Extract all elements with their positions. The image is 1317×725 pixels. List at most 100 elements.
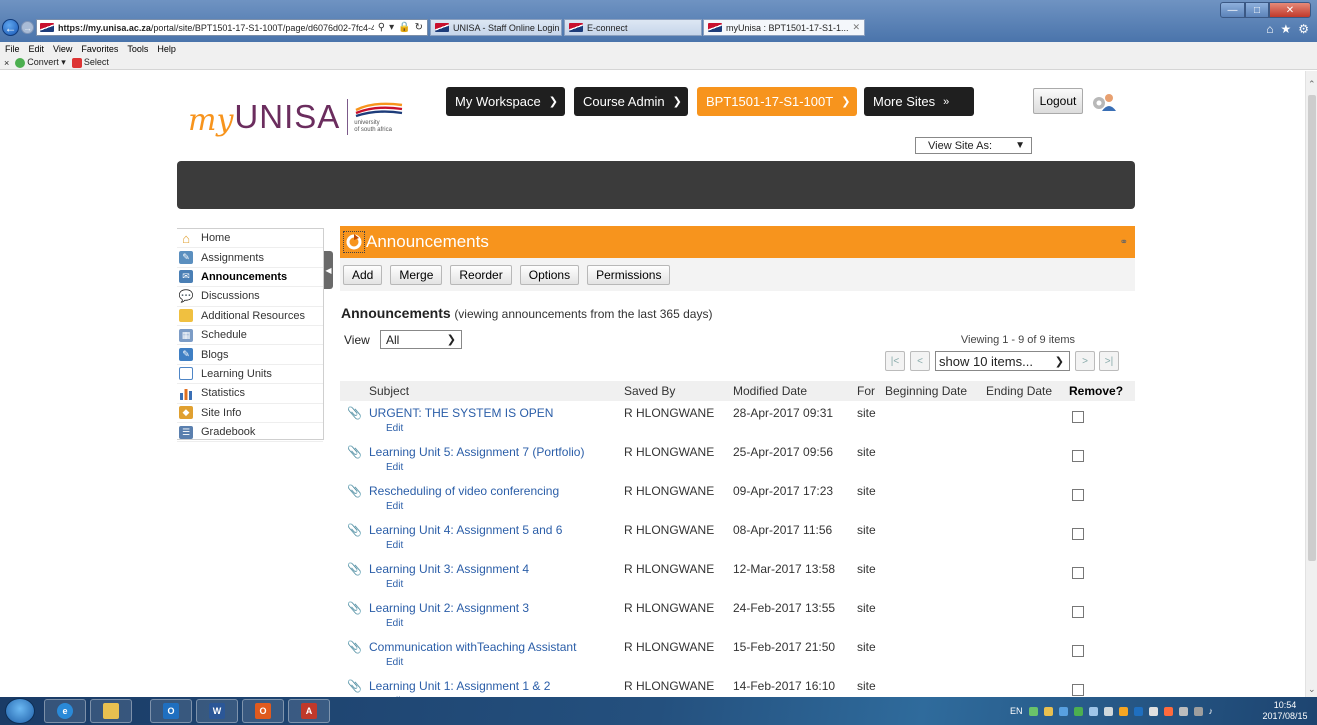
- add-button[interactable]: Add: [343, 264, 383, 285]
- tray-app-icon[interactable]: [1073, 706, 1083, 716]
- display-icon[interactable]: [1193, 706, 1203, 716]
- search-icon[interactable]: ⚲: [378, 22, 385, 33]
- tool-additional-resources[interactable]: Additional Resources: [177, 307, 323, 326]
- edit-link[interactable]: Edit: [386, 579, 624, 590]
- announcement-subject-link[interactable]: Learning Unit 2: Assignment 3: [369, 601, 624, 615]
- remove-checkbox[interactable]: [1072, 528, 1084, 540]
- collapse-menu-handle[interactable]: ◀: [324, 251, 333, 289]
- last-page-button[interactable]: >|: [1099, 351, 1119, 371]
- view-site-as-select[interactable]: View Site As: ▼: [915, 137, 1032, 154]
- previous-page-button[interactable]: <: [910, 351, 930, 371]
- remove-checkbox[interactable]: [1072, 684, 1084, 696]
- lock-icon[interactable]: 🔒: [398, 22, 410, 33]
- scroll-up-icon[interactable]: ⌃: [1308, 79, 1316, 90]
- tray-app-icon[interactable]: [1088, 706, 1098, 716]
- language-indicator[interactable]: EN: [1010, 706, 1023, 716]
- taskbar-acrobat[interactable]: A: [288, 699, 330, 723]
- tool-assignments[interactable]: ✎ Assignments: [177, 248, 323, 268]
- announcement-subject-link[interactable]: Communication withTeaching Assistant: [369, 640, 624, 654]
- minimize-button[interactable]: —: [1220, 2, 1245, 18]
- merge-button[interactable]: Merge: [390, 264, 443, 285]
- permissions-button[interactable]: Permissions: [587, 264, 671, 285]
- tab-close-icon[interactable]: ✕: [852, 22, 860, 33]
- page-size-select[interactable]: show 10 items... ❯: [935, 351, 1070, 371]
- home-icon[interactable]: ⌂: [1266, 22, 1273, 36]
- reorder-button[interactable]: Reorder: [450, 264, 512, 285]
- taskbar-file-explorer[interactable]: [90, 699, 132, 723]
- site-nav-current-course[interactable]: BPT1501-17-S1-100T ❯: [697, 87, 857, 116]
- column-header-modified-date[interactable]: Modified Date: [733, 381, 857, 401]
- column-header-beginning-date[interactable]: Beginning Date: [885, 381, 986, 401]
- menu-favorites[interactable]: Favorites: [81, 44, 118, 54]
- tab-myunisa[interactable]: myUnisa : BPT1501-17-S1-1... ✕: [703, 19, 865, 36]
- tray-app-icon[interactable]: [1028, 706, 1038, 716]
- tray-app-icon[interactable]: [1118, 706, 1128, 716]
- myunisa-logo[interactable]: my UNISA university of south africa: [188, 97, 404, 138]
- vertical-scrollbar[interactable]: ⌃ ⌄: [1305, 71, 1317, 697]
- tool-statistics[interactable]: Statistics: [177, 384, 323, 404]
- taskbar-internet-explorer[interactable]: e: [44, 699, 86, 723]
- scrollbar-thumb[interactable]: [1308, 95, 1316, 561]
- tool-discussions[interactable]: 💬 Discussions: [177, 287, 323, 307]
- edit-link[interactable]: Edit: [386, 501, 624, 512]
- remove-checkbox[interactable]: [1072, 411, 1084, 423]
- mail-icon[interactable]: [1148, 706, 1158, 716]
- menu-view[interactable]: View: [53, 44, 72, 54]
- announcement-subject-link[interactable]: Learning Unit 5: Assignment 7 (Portfolio…: [369, 445, 624, 459]
- edit-link[interactable]: Edit: [386, 657, 624, 668]
- remove-checkbox[interactable]: [1072, 567, 1084, 579]
- menu-tools[interactable]: Tools: [127, 44, 148, 54]
- menu-help[interactable]: Help: [157, 44, 176, 54]
- logout-button[interactable]: Logout: [1033, 88, 1083, 114]
- favorites-star-icon[interactable]: ★: [1280, 22, 1291, 36]
- announcement-subject-link[interactable]: Learning Unit 4: Assignment 5 and 6: [369, 523, 624, 537]
- tab-staff-login[interactable]: UNISA - Staff Online Login: [430, 19, 562, 36]
- taskbar-word[interactable]: W: [196, 699, 238, 723]
- forward-button[interactable]: →: [21, 21, 34, 34]
- announcement-subject-link[interactable]: Rescheduling of video conferencing: [369, 484, 624, 498]
- remove-checkbox[interactable]: [1072, 489, 1084, 501]
- window-close-button[interactable]: ✕: [1269, 2, 1311, 18]
- remove-checkbox[interactable]: [1072, 606, 1084, 618]
- convert-button[interactable]: Convert ▾: [15, 57, 66, 68]
- edit-link[interactable]: Edit: [386, 540, 624, 551]
- back-button[interactable]: ←: [2, 19, 19, 36]
- tool-learning-units[interactable]: Learning Units: [177, 365, 323, 385]
- remove-checkbox[interactable]: [1072, 645, 1084, 657]
- command-close-icon[interactable]: ×: [4, 58, 9, 68]
- start-button[interactable]: [5, 698, 35, 724]
- reset-tool-icon[interactable]: [343, 231, 365, 253]
- maximize-button[interactable]: □: [1245, 2, 1269, 18]
- menu-file[interactable]: File: [5, 44, 20, 54]
- options-button[interactable]: Options: [519, 264, 580, 285]
- first-page-button[interactable]: |<: [885, 351, 905, 371]
- column-header-saved-by[interactable]: Saved By: [624, 381, 733, 401]
- tray-app-icon[interactable]: [1133, 706, 1143, 716]
- edit-link[interactable]: Edit: [386, 423, 624, 434]
- tool-home[interactable]: ⌂ Home: [177, 229, 323, 249]
- tool-gradebook[interactable]: ☰ Gradebook: [177, 423, 323, 443]
- tool-schedule[interactable]: ▦ Schedule: [177, 326, 323, 346]
- edit-link[interactable]: Edit: [386, 462, 624, 473]
- tray-app-icon[interactable]: [1058, 706, 1068, 716]
- column-header-subject[interactable]: Subject: [369, 381, 624, 401]
- announcement-subject-link[interactable]: URGENT: THE SYSTEM IS OPEN: [369, 406, 624, 420]
- tool-announcements[interactable]: ✉ Announcements: [177, 268, 323, 288]
- tab-e-connect[interactable]: E-connect: [564, 19, 702, 36]
- edit-link[interactable]: Edit: [386, 618, 624, 629]
- site-nav-my-workspace[interactable]: My Workspace ❯: [446, 87, 565, 116]
- address-bar[interactable]: https://my.unisa.ac.za/portal/site/BPT15…: [36, 19, 428, 36]
- taskbar-outlook[interactable]: O: [150, 699, 192, 723]
- scroll-down-icon[interactable]: ⌄: [1308, 684, 1316, 695]
- column-header-for[interactable]: For: [857, 381, 885, 401]
- select-button[interactable]: Select: [71, 57, 109, 68]
- taskbar-office[interactable]: O: [242, 699, 284, 723]
- link-icon[interactable]: ⚭: [1120, 237, 1128, 248]
- announcement-subject-link[interactable]: Learning Unit 1: Assignment 1 & 2: [369, 679, 624, 693]
- menu-edit[interactable]: Edit: [29, 44, 45, 54]
- tool-blogs[interactable]: ✎ Blogs: [177, 345, 323, 365]
- tray-app-icon[interactable]: [1043, 706, 1053, 716]
- view-filter-select[interactable]: All ❯: [380, 330, 462, 349]
- tool-site-info[interactable]: ◆ Site Info: [177, 404, 323, 423]
- user-settings-icon[interactable]: [1090, 91, 1118, 113]
